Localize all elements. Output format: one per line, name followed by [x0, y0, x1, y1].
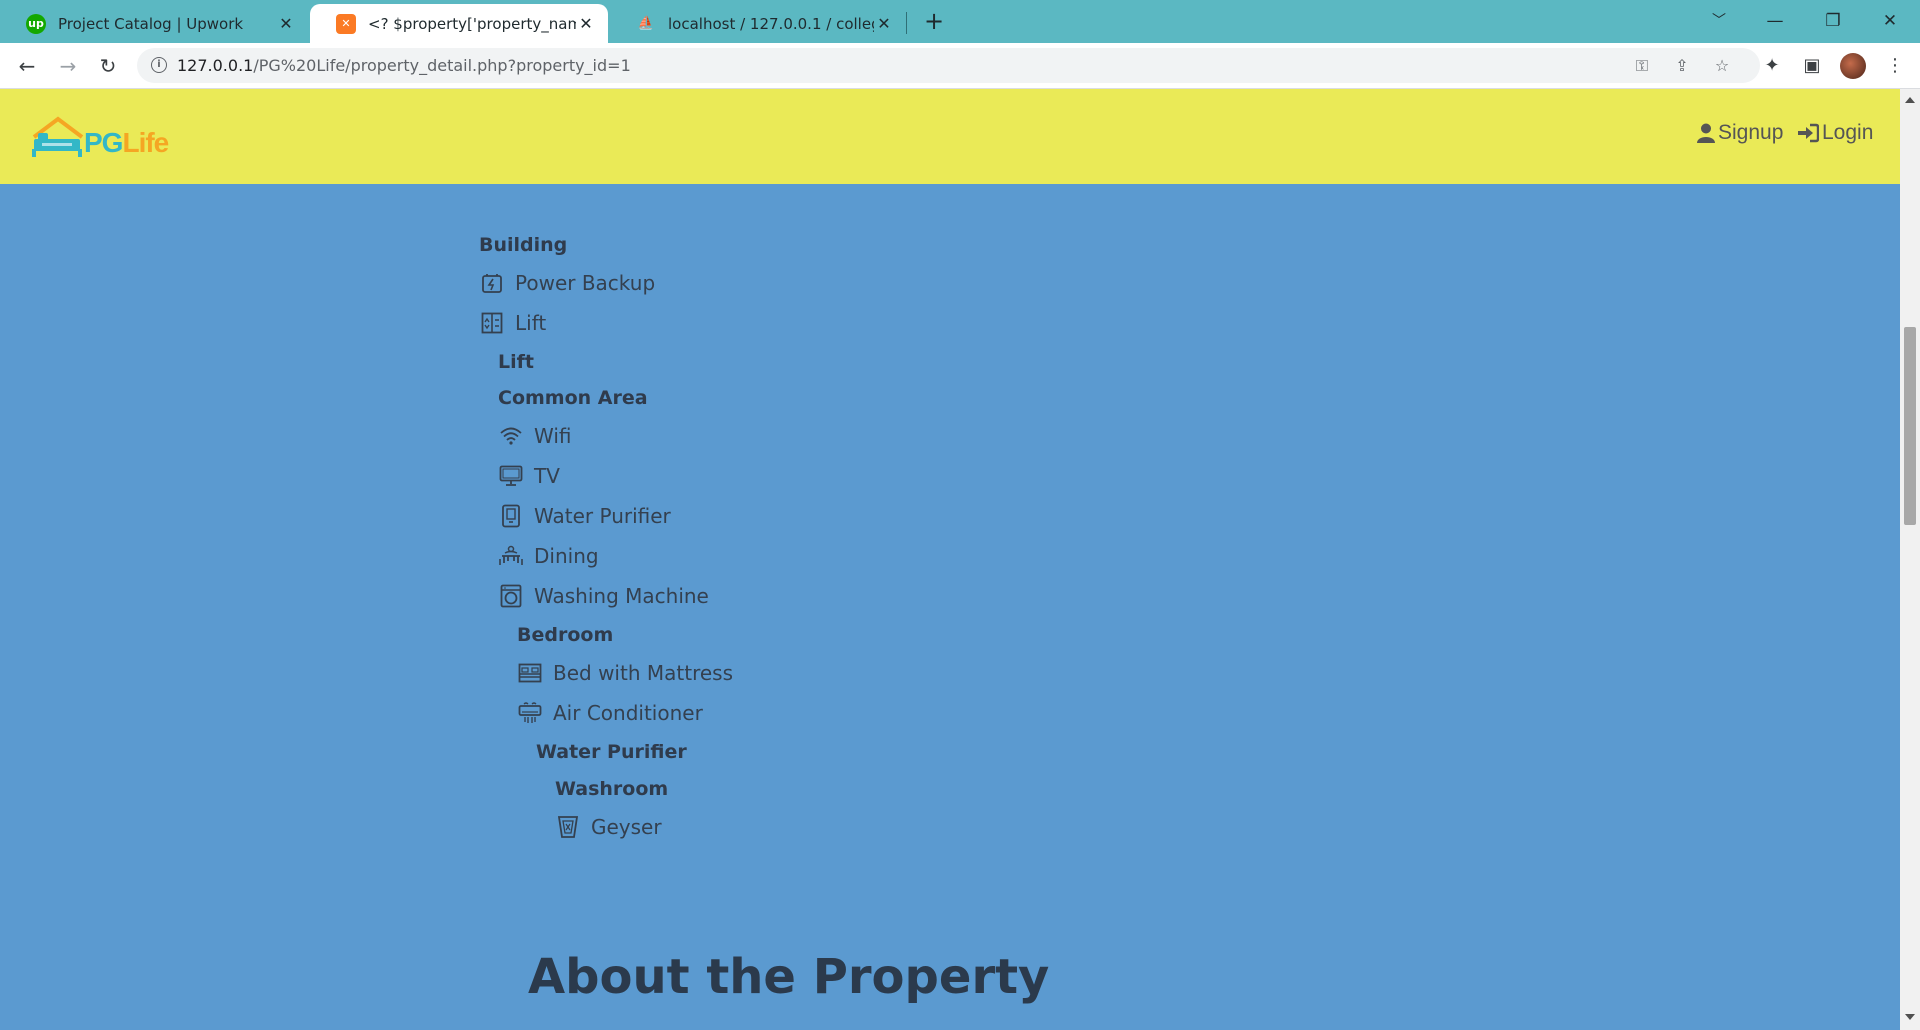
geyser-icon: [555, 814, 581, 840]
password-key-icon[interactable]: ⚿: [1631, 56, 1653, 76]
signup-label: Signup: [1718, 121, 1784, 144]
browser-tab-strip: up Project Catalog | Upwork ✕ ✕ <? $prop…: [0, 0, 1920, 43]
share-icon[interactable]: ⇪: [1671, 56, 1693, 76]
site-info-icon[interactable]: i: [151, 57, 167, 73]
air-conditioner-icon: [517, 700, 543, 726]
url-text[interactable]: 127.0.0.1/PG%20Life/property_detail.php?…: [177, 56, 631, 75]
profile-avatar[interactable]: [1840, 53, 1866, 79]
menu-icon[interactable]: ⋮: [1883, 55, 1907, 77]
amenity-item: Dining: [498, 543, 599, 569]
amenity-heading-water-purifier: Water Purifier: [536, 741, 687, 763]
scroll-down-arrow-icon[interactable]: [1905, 1014, 1915, 1020]
amenity-label: Lift: [515, 311, 547, 335]
minimize-button[interactable]: —: [1755, 6, 1795, 36]
page-content: PGLife Signup Login Building Power Backu…: [0, 89, 1900, 1030]
tab-search-icon[interactable]: ﹀: [1699, 6, 1739, 36]
water-purifier-icon: [498, 503, 524, 529]
amenity-label: Air Conditioner: [553, 701, 703, 725]
amenity-label: Dining: [534, 544, 599, 568]
amenity-item: Power Backup: [479, 270, 655, 296]
amenity-heading-washroom: Washroom: [555, 778, 669, 800]
tab-title: Project Catalog | Upwork: [58, 14, 244, 33]
sign-in-icon: [1798, 123, 1819, 143]
login-label: Login: [1822, 121, 1874, 144]
amenity-item: Water Purifier: [498, 503, 671, 529]
extensions-icon[interactable]: ✦: [1760, 55, 1784, 77]
new-tab-button[interactable]: +: [914, 6, 954, 36]
tab-property-detail[interactable]: ✕ <? $property['property_name'] ?> ✕: [310, 4, 608, 43]
amenity-item: Lift: [479, 310, 546, 336]
amenity-heading-bedroom: Bedroom: [517, 624, 614, 646]
amenity-label: Geyser: [591, 815, 662, 839]
amenity-label: Water Purifier: [534, 504, 671, 528]
amenity-heading-common-area: Common Area: [498, 387, 648, 409]
scroll-up-arrow-icon[interactable]: [1905, 97, 1915, 103]
amenity-item: Wifi: [498, 423, 572, 449]
amenity-label: Washing Machine: [534, 584, 709, 608]
forward-icon[interactable]: →: [52, 50, 84, 82]
back-icon[interactable]: ←: [11, 50, 43, 82]
address-bar[interactable]: i 127.0.0.1/PG%20Life/property_detail.ph…: [137, 48, 1760, 83]
site-header: PGLife Signup Login: [0, 89, 1900, 184]
amenity-item: Air Conditioner: [517, 700, 703, 726]
amenity-item: Geyser: [555, 814, 662, 840]
url-host: 127.0.0.1: [177, 56, 254, 75]
tab-separator: [906, 12, 907, 34]
reload-icon[interactable]: ↻: [92, 50, 124, 82]
scrollbar-thumb[interactable]: [1904, 327, 1916, 525]
logo-pg-text: PG: [84, 127, 123, 158]
amenity-label: Wifi: [534, 424, 572, 448]
amenity-heading-lift: Lift: [498, 351, 534, 373]
signup-link[interactable]: Signup: [1697, 121, 1783, 145]
phpmyadmin-icon: ⛵: [637, 16, 655, 31]
bed-icon: [517, 660, 543, 686]
tab-title: <? $property['property_name'] ?>: [368, 14, 576, 33]
washing-machine-icon: [498, 583, 524, 609]
tv-icon: [498, 463, 524, 489]
upwork-icon: up: [26, 13, 46, 34]
house-logo-icon: [32, 116, 84, 157]
login-link[interactable]: Login: [1797, 121, 1873, 145]
side-panel-icon[interactable]: ▣: [1800, 55, 1824, 77]
browser-toolbar: ← → ↻ i 127.0.0.1/PG%20Life/property_det…: [0, 43, 1920, 89]
tab-upwork[interactable]: up Project Catalog | Upwork ✕: [0, 4, 308, 43]
url-path: /PG%20Life/property_detail.php?property_…: [253, 56, 631, 75]
amenity-item: Bed with Mattress: [517, 660, 733, 686]
about-property-heading: About the Property: [528, 949, 1050, 1005]
close-icon[interactable]: ✕: [874, 14, 894, 33]
user-icon: [1697, 123, 1715, 143]
xampp-icon: ✕: [336, 13, 356, 34]
close-window-button[interactable]: ✕: [1870, 6, 1910, 36]
bookmark-star-icon[interactable]: ☆: [1711, 56, 1733, 76]
site-logo[interactable]: PGLife: [30, 115, 180, 165]
tab-title: localhost / 127.0.0.1 / college4 / ...: [668, 14, 874, 33]
amenity-label: Bed with Mattress: [553, 661, 733, 685]
amenity-item: TV: [498, 463, 560, 489]
amenity-heading-building: Building: [479, 234, 568, 256]
logo-life-text: Life: [122, 127, 169, 158]
close-icon[interactable]: ✕: [576, 14, 596, 33]
tab-phpmyadmin[interactable]: ⛵ localhost / 127.0.0.1 / college4 / ...…: [610, 4, 906, 43]
close-icon[interactable]: ✕: [276, 14, 296, 33]
wifi-icon: [498, 423, 524, 449]
amenity-label: Power Backup: [515, 271, 656, 295]
amenity-label: TV: [534, 464, 560, 488]
power-backup-icon: [479, 270, 505, 296]
dining-icon: [498, 543, 524, 569]
restore-button[interactable]: ❐: [1813, 6, 1853, 36]
page-scrollbar[interactable]: [1900, 89, 1920, 1030]
lift-icon: [479, 310, 505, 336]
amenity-item: Washing Machine: [498, 583, 709, 609]
